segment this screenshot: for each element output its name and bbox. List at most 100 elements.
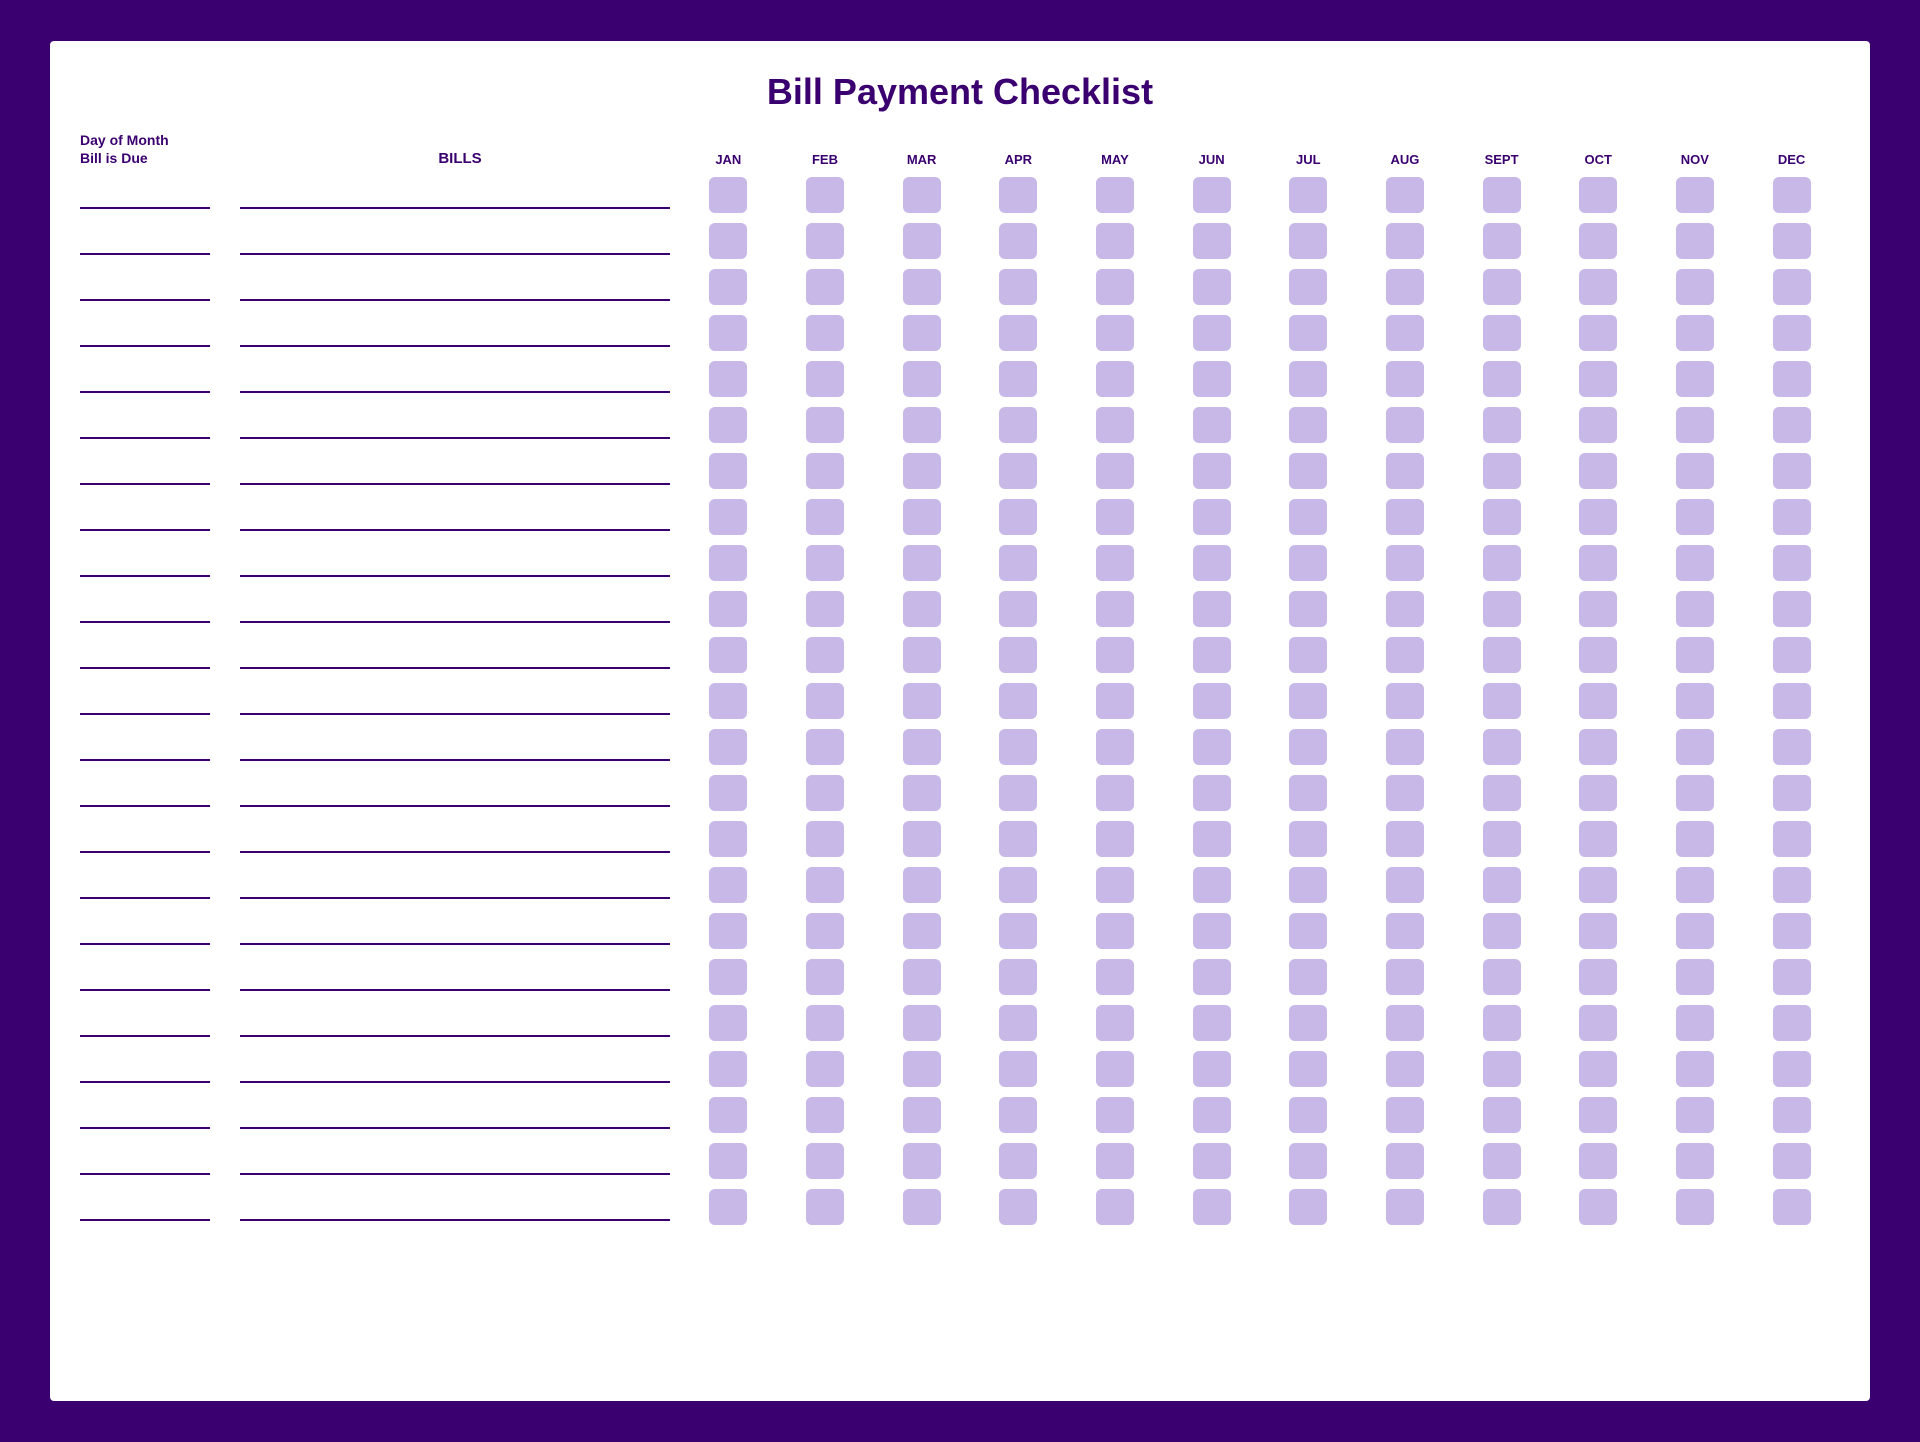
payment-checkbox[interactable] [1386,913,1424,949]
payment-checkbox[interactable] [1193,591,1231,627]
payment-checkbox[interactable] [1386,1051,1424,1087]
payment-checkbox[interactable] [1193,729,1231,765]
payment-checkbox[interactable] [1483,1189,1521,1225]
payment-checkbox[interactable] [709,453,747,489]
day-input[interactable] [80,549,210,577]
payment-checkbox[interactable] [1096,545,1134,581]
payment-checkbox[interactable] [1386,177,1424,213]
payment-checkbox[interactable] [1096,499,1134,535]
payment-checkbox[interactable] [1193,499,1231,535]
payment-checkbox[interactable] [1193,637,1231,673]
payment-checkbox[interactable] [1386,269,1424,305]
payment-checkbox[interactable] [709,591,747,627]
bill-input[interactable] [240,319,670,347]
payment-checkbox[interactable] [903,591,941,627]
bill-input[interactable] [240,825,670,853]
day-input[interactable] [80,411,210,439]
payment-checkbox[interactable] [1483,867,1521,903]
payment-checkbox[interactable] [999,177,1037,213]
payment-checkbox[interactable] [903,683,941,719]
payment-checkbox[interactable] [1676,913,1714,949]
payment-checkbox[interactable] [1289,269,1327,305]
payment-checkbox[interactable] [806,1051,844,1087]
payment-checkbox[interactable] [903,361,941,397]
payment-checkbox[interactable] [1579,361,1617,397]
payment-checkbox[interactable] [1193,867,1231,903]
payment-checkbox[interactable] [1289,775,1327,811]
payment-checkbox[interactable] [806,591,844,627]
payment-checkbox[interactable] [1386,775,1424,811]
payment-checkbox[interactable] [1579,499,1617,535]
payment-checkbox[interactable] [1096,315,1134,351]
payment-checkbox[interactable] [1386,223,1424,259]
payment-checkbox[interactable] [903,959,941,995]
payment-checkbox[interactable] [1483,591,1521,627]
bill-input[interactable] [240,963,670,991]
payment-checkbox[interactable] [903,499,941,535]
payment-checkbox[interactable] [1579,729,1617,765]
payment-checkbox[interactable] [1096,591,1134,627]
payment-checkbox[interactable] [709,315,747,351]
payment-checkbox[interactable] [1676,177,1714,213]
payment-checkbox[interactable] [1289,223,1327,259]
payment-checkbox[interactable] [1483,177,1521,213]
payment-checkbox[interactable] [999,775,1037,811]
day-input[interactable] [80,963,210,991]
payment-checkbox[interactable] [1676,683,1714,719]
payment-checkbox[interactable] [999,1189,1037,1225]
payment-checkbox[interactable] [1773,545,1811,581]
payment-checkbox[interactable] [903,269,941,305]
payment-checkbox[interactable] [1386,591,1424,627]
payment-checkbox[interactable] [1676,729,1714,765]
payment-checkbox[interactable] [1676,867,1714,903]
payment-checkbox[interactable] [1193,775,1231,811]
payment-checkbox[interactable] [1773,821,1811,857]
payment-checkbox[interactable] [999,223,1037,259]
payment-checkbox[interactable] [1483,959,1521,995]
bill-input[interactable] [240,687,670,715]
payment-checkbox[interactable] [709,867,747,903]
payment-checkbox[interactable] [1289,867,1327,903]
payment-checkbox[interactable] [1773,499,1811,535]
payment-checkbox[interactable] [1193,1143,1231,1179]
payment-checkbox[interactable] [1096,1051,1134,1087]
payment-checkbox[interactable] [999,1005,1037,1041]
payment-checkbox[interactable] [1289,821,1327,857]
payment-checkbox[interactable] [1193,545,1231,581]
payment-checkbox[interactable] [1483,315,1521,351]
payment-checkbox[interactable] [709,499,747,535]
payment-checkbox[interactable] [1579,775,1617,811]
payment-checkbox[interactable] [1579,821,1617,857]
payment-checkbox[interactable] [1386,407,1424,443]
payment-checkbox[interactable] [1676,637,1714,673]
payment-checkbox[interactable] [1773,1189,1811,1225]
payment-checkbox[interactable] [1096,775,1134,811]
day-input[interactable] [80,595,210,623]
payment-checkbox[interactable] [709,545,747,581]
payment-checkbox[interactable] [709,1143,747,1179]
payment-checkbox[interactable] [806,821,844,857]
bill-input[interactable] [240,1009,670,1037]
bill-input[interactable] [240,549,670,577]
bill-input[interactable] [240,273,670,301]
payment-checkbox[interactable] [1579,637,1617,673]
payment-checkbox[interactable] [1773,1143,1811,1179]
payment-checkbox[interactable] [903,1097,941,1133]
payment-checkbox[interactable] [1773,867,1811,903]
bill-input[interactable] [240,871,670,899]
payment-checkbox[interactable] [1096,1005,1134,1041]
payment-checkbox[interactable] [1193,407,1231,443]
day-input[interactable] [80,181,210,209]
payment-checkbox[interactable] [1483,637,1521,673]
payment-checkbox[interactable] [806,499,844,535]
payment-checkbox[interactable] [1096,913,1134,949]
payment-checkbox[interactable] [1289,683,1327,719]
payment-checkbox[interactable] [806,177,844,213]
payment-checkbox[interactable] [1096,223,1134,259]
payment-checkbox[interactable] [1483,545,1521,581]
day-input[interactable] [80,641,210,669]
payment-checkbox[interactable] [1193,177,1231,213]
bill-input[interactable] [240,411,670,439]
day-input[interactable] [80,687,210,715]
payment-checkbox[interactable] [1483,683,1521,719]
